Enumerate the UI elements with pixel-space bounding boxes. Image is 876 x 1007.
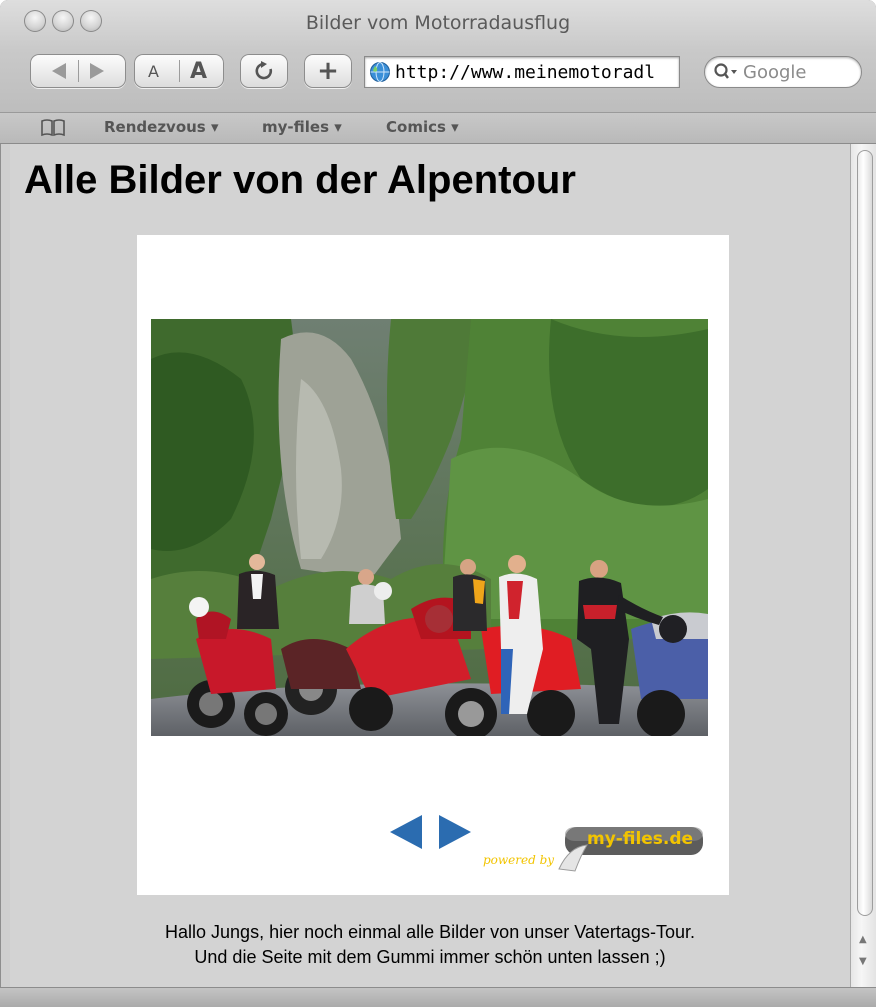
window-title: Bilder vom Motorradausflug	[305, 12, 571, 34]
title-bar: Bilder vom Motorradausflug	[0, 0, 876, 44]
reload-button[interactable]	[240, 54, 288, 88]
bookmark-my-files[interactable]: my-files ▾	[262, 118, 342, 136]
bookmark-rendezvous[interactable]: Rendezvous ▾	[104, 118, 219, 136]
page-heading: Alle Bilder von der Alpentour	[24, 158, 576, 202]
gallery-frame: my-files.de powered by	[137, 235, 729, 895]
scroll-down-arrow-icon[interactable]: ▼	[859, 956, 867, 967]
powered-by-text: powered by	[483, 853, 555, 867]
motorcycle-group-photo	[151, 319, 708, 736]
forward-arrow-icon[interactable]	[78, 54, 126, 88]
search-field[interactable]: Google	[704, 56, 862, 88]
browser-window: Bilder vom Motorradausflug A A + http://…	[0, 0, 876, 1007]
browser-chrome: Bilder vom Motorradausflug A A + http://…	[0, 0, 876, 112]
scroll-up-arrow-icon[interactable]: ▲	[859, 934, 867, 945]
previous-image-arrow-icon[interactable]	[388, 813, 424, 851]
bookmarks-book-icon[interactable]	[40, 118, 66, 138]
page-content: Alle Bilder von der Alpentour my-files.d…	[10, 144, 850, 987]
divider	[179, 60, 180, 82]
address-bar[interactable]: http://www.meinemotoradl	[364, 56, 680, 88]
search-icon	[714, 63, 737, 79]
caption-line-2: Und die Seite mit dem Gummi immer schön …	[194, 947, 666, 967]
add-bookmark-button[interactable]: +	[304, 54, 352, 88]
next-image-arrow-icon[interactable]	[437, 813, 473, 851]
my-files-logo[interactable]: my-files.de powered by	[483, 823, 713, 875]
bookmark-comics[interactable]: Comics ▾	[386, 118, 459, 136]
toolbar: A A + http://www.meinemotoradl Google	[0, 50, 876, 98]
search-placeholder: Google	[743, 61, 807, 83]
text-bigger-button[interactable]: A	[190, 59, 207, 84]
caption-line-1: Hallo Jungs, hier noch einmal alle Bilde…	[165, 922, 695, 942]
url-text: http://www.meinemotoradl	[395, 61, 656, 83]
scrollbar-thumb[interactable]	[857, 150, 873, 916]
bookmarks-bar: Rendezvous ▾ my-files ▾ Comics ▾	[0, 112, 876, 144]
reload-icon	[255, 61, 273, 80]
globe-icon	[370, 62, 390, 82]
back-forward-buttons	[30, 54, 126, 88]
text-size-buttons: A A	[134, 54, 224, 88]
status-bar	[0, 987, 876, 1007]
text-smaller-button[interactable]: A	[148, 62, 159, 81]
vertical-scrollbar[interactable]: ▲ ▼	[850, 144, 876, 987]
logo-text: my-files.de	[587, 829, 694, 849]
